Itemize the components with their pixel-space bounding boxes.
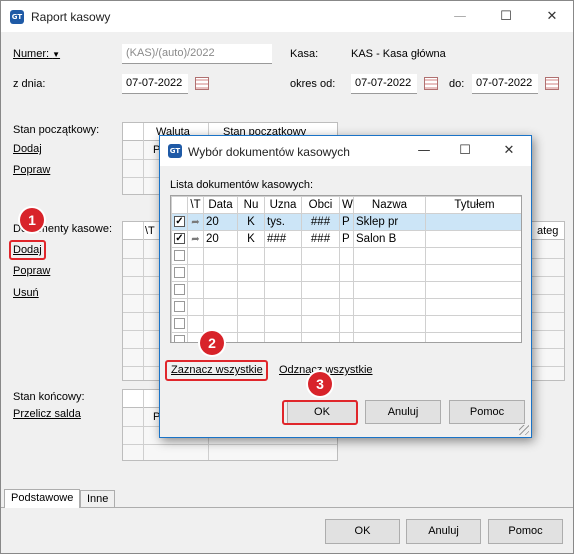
- cell-uzna: ###: [264, 230, 302, 248]
- help-button[interactable]: Pomoc: [488, 519, 563, 544]
- table-row[interactable]: [171, 247, 521, 265]
- calendar-icon[interactable]: [424, 77, 438, 90]
- row-checkbox[interactable]: ✓: [174, 216, 185, 228]
- minimize-icon[interactable]: —: [437, 1, 483, 32]
- doc-arrow-icon: ➦: [187, 230, 204, 248]
- table-row[interactable]: ✓ ➦ 20 K tys. ### P Sklep pr: [171, 213, 521, 231]
- row-checkbox[interactable]: [174, 250, 185, 262]
- close-icon[interactable]: ✕: [529, 1, 574, 32]
- documents-delete-link[interactable]: Usuń: [13, 287, 39, 299]
- calendar-icon[interactable]: [545, 77, 559, 90]
- number-dropdown[interactable]: Numer: ▼: [13, 48, 60, 60]
- documents-last-col-header: ateg: [537, 225, 559, 237]
- annotation-highlight-ok: [282, 400, 358, 425]
- cell-nazwa: Salon B: [353, 230, 426, 248]
- header-col[interactable]: W: [339, 196, 354, 214]
- document-list-label: Lista dokumentów kasowych:: [170, 179, 314, 191]
- cancel-button[interactable]: Anuluj: [406, 519, 481, 544]
- dialog-help-button[interactable]: Pomoc: [449, 400, 525, 424]
- cell-nu: K: [237, 230, 265, 248]
- cell-obci: ###: [301, 213, 340, 231]
- kasa-value: KAS - Kasa główna: [351, 48, 446, 60]
- dialog-cancel-button[interactable]: Anuluj: [365, 400, 441, 424]
- cell-data: 20: [203, 213, 238, 231]
- ok-button[interactable]: OK: [325, 519, 400, 544]
- row-checkbox[interactable]: [174, 267, 185, 279]
- header-col[interactable]: Obci: [301, 196, 340, 214]
- document-list-grid[interactable]: \T Data Nu Uzna Obci W Nazwa Tytułem ✓ ➦…: [170, 195, 522, 343]
- row-checkbox[interactable]: ✓: [174, 233, 185, 245]
- title-bar: GT Raport kasowy — ☐ ✕: [1, 1, 573, 32]
- period-to-label: do:: [449, 78, 465, 90]
- table-row[interactable]: [171, 332, 521, 342]
- cell-nu: K: [237, 213, 265, 231]
- cell-w: P: [339, 213, 354, 231]
- number-field[interactable]: (KAS)/(auto)/2022: [122, 44, 272, 64]
- row-checkbox[interactable]: [174, 301, 185, 313]
- closing-balance-label: Stan końcowy:: [13, 391, 85, 403]
- maximize-icon[interactable]: ☐: [447, 136, 483, 166]
- minimize-icon[interactable]: —: [406, 136, 442, 166]
- header-col: \T: [187, 196, 204, 214]
- kasa-label: Kasa:: [290, 48, 319, 60]
- cell-tytulem: [425, 213, 521, 231]
- recalc-balances-link[interactable]: Przelicz salda: [13, 408, 81, 420]
- app-logo-icon: GT: [168, 144, 182, 158]
- period-from-label: okres od:: [290, 78, 336, 90]
- maximize-icon[interactable]: ☐: [483, 1, 529, 32]
- table-row[interactable]: [171, 264, 521, 282]
- opening-balance-label: Stan początkowy:: [13, 124, 100, 136]
- annotation-marker-3: 3: [308, 372, 332, 396]
- table-row[interactable]: ✓ ➦ 20 K ### ### P Salon B: [171, 230, 521, 248]
- tab-inne[interactable]: Inne: [80, 490, 116, 507]
- window-title: Raport kasowy: [31, 10, 111, 24]
- calendar-icon[interactable]: [195, 77, 209, 90]
- doc-arrow-icon: ➦: [187, 213, 204, 231]
- documents-first-col-header: \T: [145, 225, 155, 237]
- table-row[interactable]: [171, 315, 521, 333]
- table-row[interactable]: [171, 281, 521, 299]
- header-col[interactable]: Tytułem: [425, 196, 521, 214]
- opening-edit-link[interactable]: Popraw: [13, 164, 50, 176]
- header-col[interactable]: Uzna: [264, 196, 302, 214]
- header-col[interactable]: Data: [203, 196, 238, 214]
- grid-header-row: \T Data Nu Uzna Obci W Nazwa Tytułem: [171, 196, 521, 214]
- header-checkbox-col: [171, 196, 188, 214]
- annotation-marker-2: 2: [200, 331, 224, 355]
- row-checkbox[interactable]: [174, 318, 185, 330]
- annotation-highlight-add: [9, 240, 46, 260]
- header-col[interactable]: Nu: [237, 196, 265, 214]
- dialog-title: Wybór dokumentów kasowych: [188, 145, 350, 159]
- opening-add-link[interactable]: Dodaj: [13, 143, 42, 155]
- cell-tytulem: [425, 230, 521, 248]
- cell-data: 20: [203, 230, 238, 248]
- row-checkbox[interactable]: [174, 335, 185, 342]
- documents-edit-link[interactable]: Popraw: [13, 265, 50, 277]
- close-icon[interactable]: ✕: [491, 136, 527, 166]
- resize-grip-icon[interactable]: [519, 425, 529, 435]
- period-from-field[interactable]: 07-07-2022: [351, 74, 417, 94]
- header-col[interactable]: Nazwa: [353, 196, 426, 214]
- annotation-highlight-select-all: [165, 360, 268, 381]
- date-label: z dnia:: [13, 78, 46, 90]
- cell-w: P: [339, 230, 354, 248]
- row-checkbox[interactable]: [174, 284, 185, 296]
- chevron-down-icon: ▼: [52, 50, 61, 59]
- cell-nazwa: Sklep pr: [353, 213, 426, 231]
- tab-podstawowe[interactable]: Podstawowe: [4, 489, 81, 508]
- cell-uzna: tys.: [264, 213, 302, 231]
- date-field[interactable]: 07-07-2022: [122, 74, 188, 94]
- annotation-marker-1: 1: [20, 208, 44, 232]
- period-to-field[interactable]: 07-07-2022: [472, 74, 538, 94]
- select-documents-dialog: GT Wybór dokumentów kasowych — ☐ ✕ Lista…: [159, 135, 532, 438]
- table-row[interactable]: [171, 298, 521, 316]
- report-window: GT Raport kasowy — ☐ ✕ Numer: ▼ (KAS)/(a…: [0, 0, 574, 554]
- dialog-title-bar: GT Wybór dokumentów kasowych — ☐ ✕: [160, 136, 531, 166]
- app-logo-icon: GT: [10, 10, 24, 24]
- cell-obci: ###: [301, 230, 340, 248]
